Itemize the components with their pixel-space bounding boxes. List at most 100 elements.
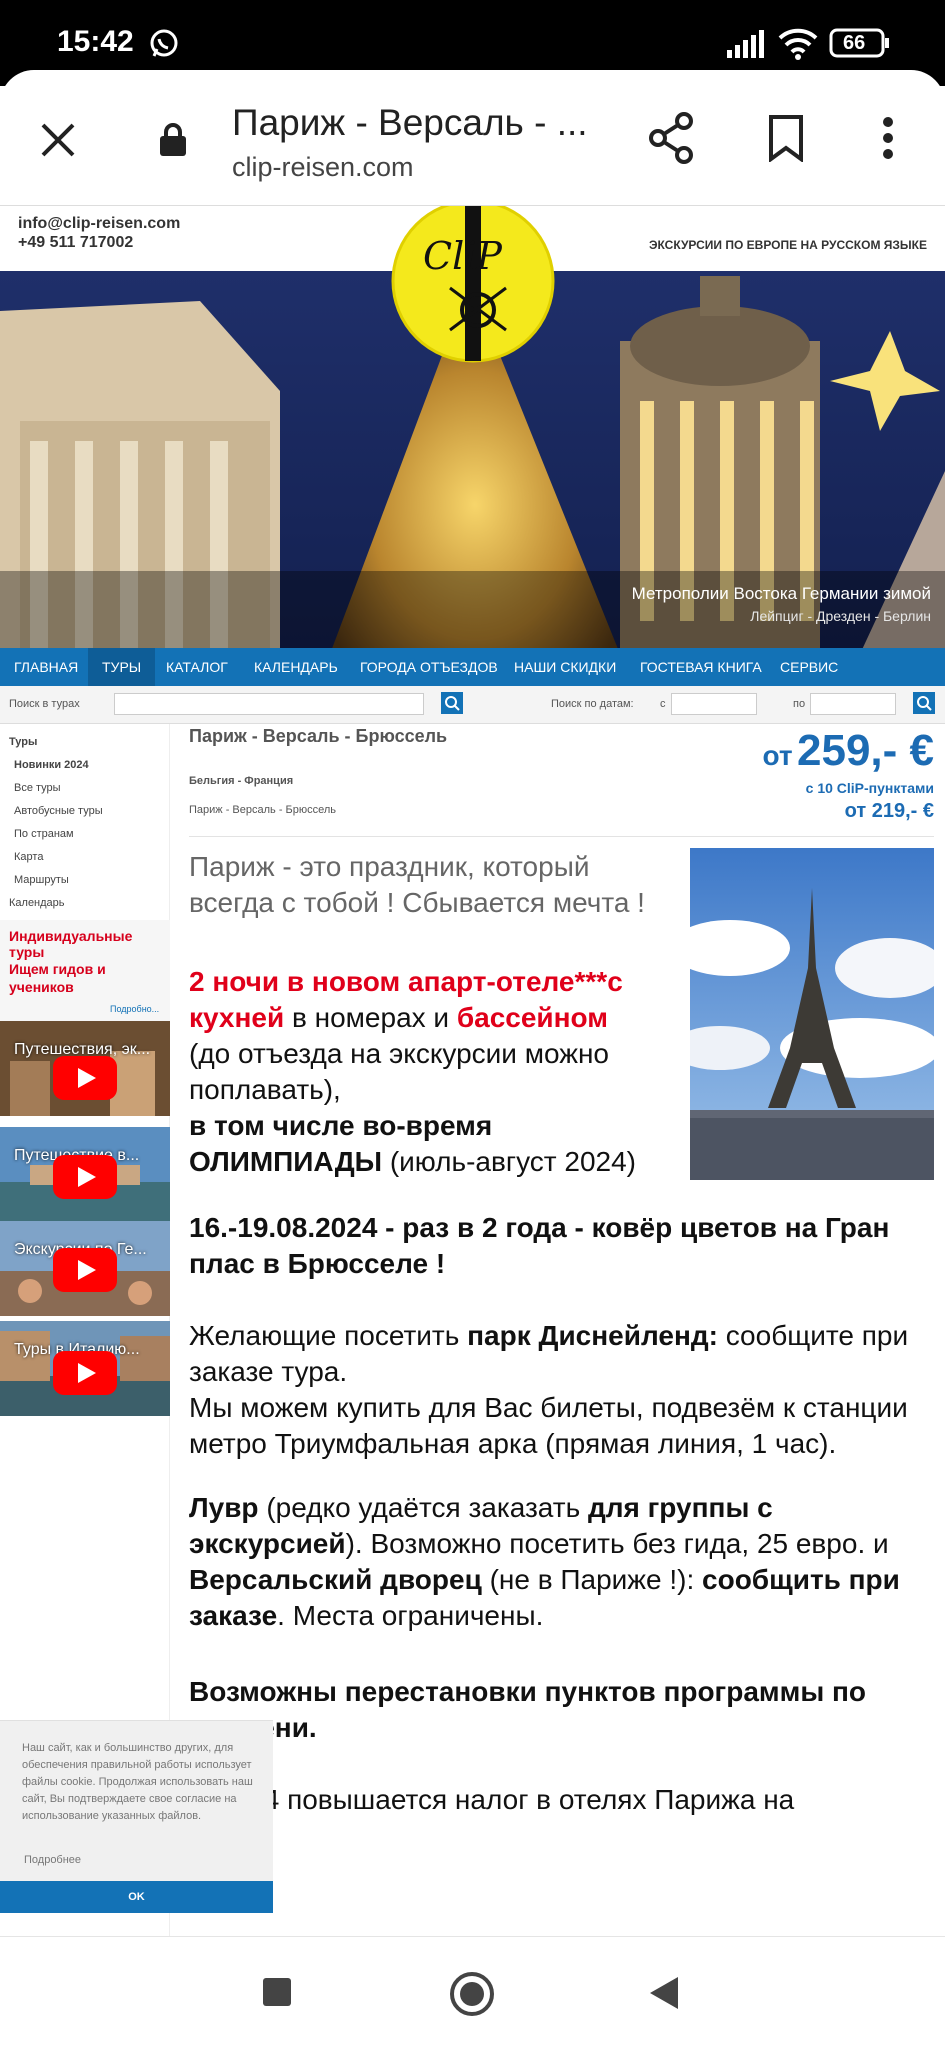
program-change-paragraph: Возможны перестановки пунктов программы … xyxy=(189,1676,867,1743)
tour-route: Париж - Версаль - Брюссель xyxy=(189,804,337,816)
louvre-text-2: ). Возможно посетить без гида, 25 евро. … xyxy=(345,1528,889,1559)
nav-guestbook[interactable]: ГОСТЕВАЯ КНИГА xyxy=(626,648,776,686)
tax-paragraph: С 2024 повышается налог в отелях Парижа … xyxy=(189,1784,795,1815)
site-logo[interactable]: CliP xyxy=(390,206,556,364)
sidebar-guides[interactable]: Ищем гидов и учеников xyxy=(9,960,159,996)
sidebar-item-bus[interactable]: Автобусные туры xyxy=(14,805,103,817)
lock-icon[interactable] xyxy=(158,122,188,163)
site-tagline: ЭКСКУРСИИ ПО ЕВРОПЕ НА РУССКОМ ЯЗЫКЕ xyxy=(648,238,927,252)
points-price-value: 219,- € xyxy=(871,800,934,822)
web-page: info@clip-reisen.com +49 511 717002 ЭКСК… xyxy=(0,206,945,1936)
search-tours-label: Поиск в турах xyxy=(9,698,80,710)
sidebar-item-new[interactable]: Новинки 2024 xyxy=(14,759,89,771)
hotel-text-2: (до отъезда на экскурсии можно поплавать… xyxy=(189,1038,609,1105)
contact-info: info@clip-reisen.com +49 511 717002 xyxy=(18,214,180,252)
hotel-text-and: и xyxy=(433,1002,450,1033)
whatsapp-icon xyxy=(148,27,180,64)
sidebar-item-countries[interactable]: По странам xyxy=(14,828,74,840)
phone-screen: 15:42 66 Париж - Версаль - ... clip-reis… xyxy=(0,0,945,2048)
nav-discounts[interactable]: НАШИ СКИДКИ xyxy=(500,648,630,686)
bookmark-icon[interactable] xyxy=(768,114,804,167)
price-from-label: от xyxy=(762,740,793,771)
sidebar-item-map[interactable]: Карта xyxy=(14,851,43,863)
disney-text-bold: парк Диснейленд: xyxy=(467,1320,718,1351)
sidebar-individual-tours[interactable]: Индивидуальные туры xyxy=(9,928,169,960)
nav-service[interactable]: СЕРВИС xyxy=(766,648,852,686)
versailles-text-2: . Места ограничены. xyxy=(277,1600,544,1631)
hero-caption: Метрополии Востока Германии зимой Лейпци… xyxy=(632,584,931,624)
browser-toolbar: Париж - Версаль - ... clip-reisen.com xyxy=(0,70,945,206)
versailles-text-1: (не в Париже !): xyxy=(481,1564,703,1595)
nav-calendar[interactable]: КАЛЕНДАРЬ xyxy=(240,648,352,686)
versailles-text-bold-1: Версальский дворец xyxy=(189,1564,482,1595)
tour-countries: Бельгия - Франция xyxy=(189,775,294,787)
play-icon[interactable] xyxy=(53,1056,117,1100)
video-item[interactable]: Путешествие в... xyxy=(0,1127,170,1222)
play-icon[interactable] xyxy=(53,1155,117,1199)
sidebar-item-routes[interactable]: Маршруты xyxy=(14,874,69,886)
hotel-text-3: (июль-август 2024) xyxy=(382,1146,636,1177)
hero-caption-title: Метрополии Востока Германии зимой xyxy=(631,584,931,603)
search-tours-button[interactable] xyxy=(441,692,463,714)
date-to-label: по xyxy=(793,698,806,710)
tour-content: Париж - Версаль - Брюссель Бельгия - Фра… xyxy=(189,724,934,1936)
date-from-input[interactable] xyxy=(671,693,757,715)
search-icon xyxy=(917,696,932,711)
search-dates-button[interactable] xyxy=(913,692,935,714)
page-title[interactable]: Париж - Версаль - ... xyxy=(232,102,588,144)
play-icon[interactable] xyxy=(53,1248,117,1292)
flower-carpet-paragraph: 16.-19.08.2024 - раз в 2 года - ковёр цв… xyxy=(189,1212,890,1279)
back-icon[interactable] xyxy=(650,1977,678,2009)
search-bar: Поиск в турах Поиск по датам: с по xyxy=(0,686,945,724)
signal-icon xyxy=(726,30,766,63)
contact-phone[interactable]: +49 511 717002 xyxy=(18,233,180,252)
cookie-ok-button[interactable]: OK xyxy=(0,1881,273,1913)
louvre-paragraph: Лувр (редко удаётся заказать для группы … xyxy=(189,1490,934,1634)
home-icon[interactable] xyxy=(450,1972,494,2016)
video-item[interactable]: Туры в Италию... xyxy=(0,1321,170,1416)
status-time: 15:42 xyxy=(57,25,134,58)
system-nav-bar xyxy=(0,1936,945,2048)
eiffel-tower-photo[interactable] xyxy=(690,848,934,1180)
video-list: Путешествия, эк... Путешествие в... Экск… xyxy=(0,1021,170,1443)
clip-points-price: от 219,- € xyxy=(845,800,934,823)
recent-apps-icon[interactable] xyxy=(263,1978,291,2006)
hotel-text-1: в номерах xyxy=(284,1002,434,1033)
disney-text-3: Мы можем купить для Вас билеты, подвезём… xyxy=(189,1392,908,1459)
nav-catalog[interactable]: КАТАЛОГ xyxy=(152,648,242,686)
sidebar-item-calendar[interactable]: Календарь xyxy=(9,897,65,909)
video-item[interactable]: Экскурсии по Ге... xyxy=(0,1221,170,1316)
more-menu-icon[interactable] xyxy=(882,116,894,165)
nav-tours[interactable]: ТУРЫ xyxy=(88,648,156,686)
divider xyxy=(189,836,934,837)
video-item[interactable]: Путешествия, эк... xyxy=(0,1021,170,1116)
cookie-banner: Наш сайт, как и большинство других, для … xyxy=(0,1720,273,1913)
logo-text: CliP xyxy=(423,234,502,278)
nav-departure-cities[interactable]: ГОРОДА ОТЪЕЗДОВ xyxy=(346,648,512,686)
close-icon[interactable] xyxy=(40,122,76,163)
battery-icon: 66 xyxy=(829,28,891,63)
sidebar-heading-tours[interactable]: Туры xyxy=(9,736,37,748)
points-from-label: от xyxy=(844,800,867,822)
sidebar-item-all[interactable]: Все туры xyxy=(14,782,61,794)
disneyland-paragraph: Желающие посетить парк Диснейленд: сообщ… xyxy=(189,1318,934,1462)
page-url[interactable]: clip-reisen.com xyxy=(232,152,414,183)
cookie-text: Наш сайт, как и большинство других, для … xyxy=(22,1742,253,1822)
date-to-input[interactable] xyxy=(810,693,896,715)
share-icon[interactable] xyxy=(648,112,694,169)
battery-level: 66 xyxy=(843,32,866,54)
sidebar-more-link[interactable]: Подробно... xyxy=(110,1004,159,1014)
search-icon xyxy=(445,696,460,711)
clip-points-note: с 10 CliP-пунктами xyxy=(805,780,934,796)
main-nav: ГЛАВНАЯ ТУРЫ КАТАЛОГ КАЛЕНДАРЬ ГОРОДА ОТ… xyxy=(0,648,945,686)
search-dates-label: Поиск по датам: xyxy=(551,698,634,710)
contact-email[interactable]: info@clip-reisen.com xyxy=(18,214,180,233)
disney-text-1: Желающие посетить xyxy=(189,1320,468,1351)
cookie-more-link[interactable]: Подробнее xyxy=(24,1854,81,1866)
date-from-label: с xyxy=(660,698,666,710)
nav-home[interactable]: ГЛАВНАЯ xyxy=(0,648,92,686)
tour-title: Париж - Версаль - Брюссель xyxy=(189,726,448,746)
play-icon[interactable] xyxy=(53,1351,117,1395)
tour-lead-text: Париж - это праздник, который всегда с т… xyxy=(189,851,645,918)
search-tours-input[interactable] xyxy=(114,693,424,715)
